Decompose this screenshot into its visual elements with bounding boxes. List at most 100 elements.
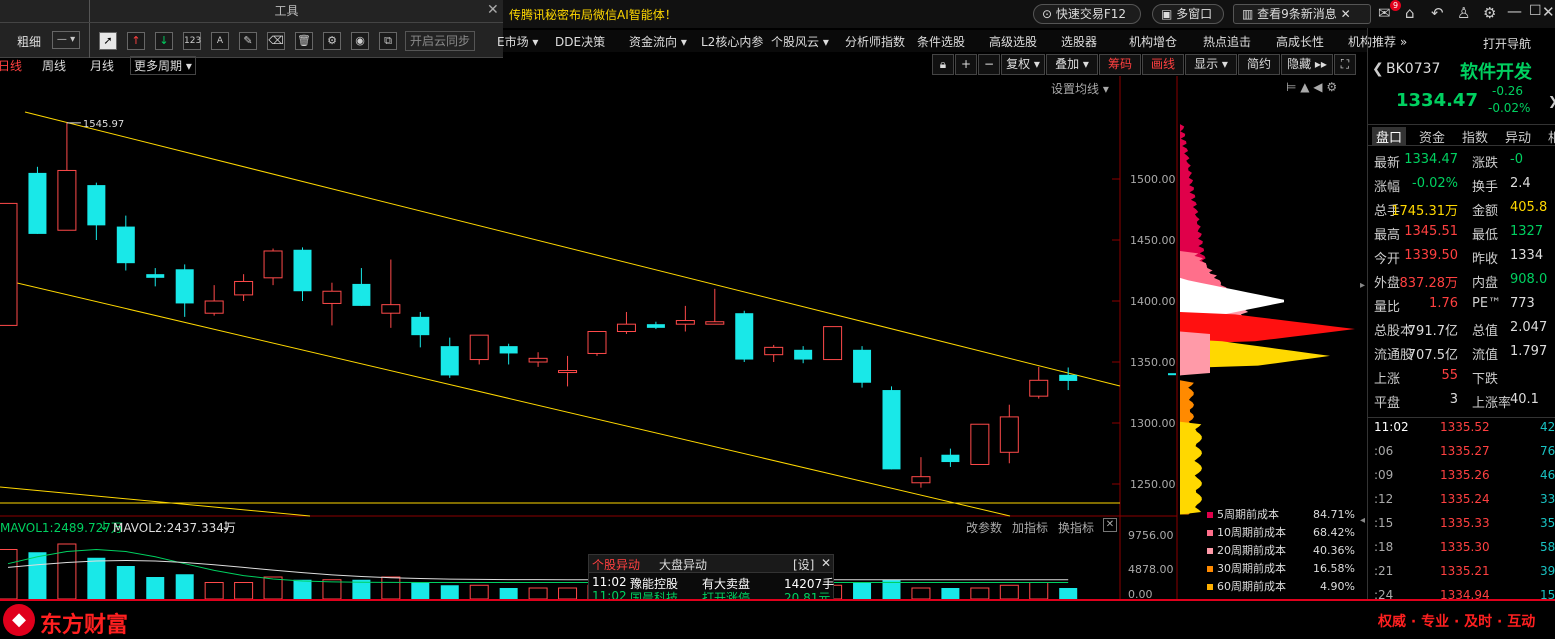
period-tab-2[interactable]: 月线 bbox=[90, 57, 114, 74]
y-tick-label: 1250.00 bbox=[1130, 478, 1176, 491]
quote-value: 1.797 bbox=[1510, 344, 1548, 359]
settings-icon[interactable]: ⚙ bbox=[1483, 4, 1496, 22]
period-tab-3[interactable]: 更多周期 ▾ bbox=[130, 56, 196, 75]
tick-time: 11:02 bbox=[1374, 420, 1409, 434]
close-icon[interactable]: ✕ bbox=[487, 2, 499, 18]
tick-volume: 46 bbox=[1540, 468, 1555, 482]
cost-legend-row: 20周期前成本 40.36% bbox=[1205, 542, 1363, 560]
tick-row: 11:02 1335.52 42 bbox=[1368, 420, 1555, 444]
nav-item-7[interactable]: 高级选股 bbox=[989, 33, 1037, 50]
lightning-icon: ⊙ bbox=[1042, 7, 1056, 21]
quote-tab-0[interactable]: 盘口 bbox=[1372, 127, 1407, 146]
alert-row[interactable]: 11:02 豫能控股 有大卖盘 14207手 bbox=[592, 575, 834, 591]
arrow-down-icon[interactable]: ↓ bbox=[155, 32, 173, 50]
splitter-handle[interactable]: ▸ bbox=[1360, 280, 1365, 291]
hide-button[interactable]: 隐藏 ▸▸ bbox=[1281, 54, 1333, 75]
number-icon[interactable]: 123 bbox=[183, 32, 201, 50]
upper-trend-line bbox=[24, 111, 1121, 387]
multi-window-button[interactable]: ▣ 多窗口 bbox=[1152, 4, 1224, 24]
open-navigation-link[interactable]: 打开导航 bbox=[1483, 35, 1531, 52]
draw-line-button[interactable]: 画线 bbox=[1142, 54, 1184, 75]
cost-legend-value: 16.58% bbox=[1313, 562, 1355, 575]
close-window-icon[interactable]: ✕ bbox=[1542, 3, 1555, 21]
add-indicator-button[interactable]: 加指标 bbox=[1012, 519, 1048, 536]
display-select[interactable]: 显示 ▾ bbox=[1185, 54, 1237, 75]
chevron-right-icon[interactable]: ❯ bbox=[1548, 94, 1555, 108]
quote-tab-2[interactable]: 指数 bbox=[1458, 127, 1492, 146]
period-tab-1[interactable]: 周线 bbox=[42, 57, 66, 74]
nav-item-9[interactable]: 机构增仓 bbox=[1129, 33, 1177, 50]
close-icon[interactable]: ✕ bbox=[821, 556, 831, 570]
y-tick-label: 1450.00 bbox=[1130, 234, 1176, 247]
brush-icon[interactable]: ⌫ bbox=[267, 32, 285, 50]
candle-body bbox=[853, 349, 872, 383]
tab-market-alerts[interactable]: 大盘异动 bbox=[659, 556, 707, 573]
nav-item-5[interactable]: 分析师指数 bbox=[845, 33, 905, 50]
tick-time: :21 bbox=[1374, 564, 1394, 578]
tab-stock-alerts[interactable]: 个股异动 bbox=[592, 556, 640, 573]
change-indicator-button[interactable]: 换指标 bbox=[1058, 519, 1094, 536]
volume-bar bbox=[941, 588, 960, 599]
arrow-down-icon: ↓ bbox=[221, 519, 232, 533]
nav-item-1[interactable]: DDE决策 bbox=[555, 33, 605, 50]
quote-tab-1[interactable]: 资金 bbox=[1415, 127, 1449, 146]
lock-icon[interactable]: 🔒︎ bbox=[932, 54, 954, 75]
news-ticker[interactable]: 传腾讯秘密布局微信AI智能体！ bbox=[509, 6, 677, 23]
quote-tab-3[interactable]: 异动 bbox=[1501, 127, 1535, 146]
maximize-icon[interactable]: ☐ bbox=[1529, 3, 1542, 19]
close-icon[interactable]: ✕ bbox=[1103, 518, 1117, 532]
zoom-in-button[interactable]: + bbox=[955, 54, 977, 75]
quote-row: 今开 1339.50 昨收 1334 bbox=[1374, 248, 1555, 270]
mail-icon[interactable]: ✉ bbox=[1378, 4, 1391, 22]
nav-item-10[interactable]: 热点追击 bbox=[1203, 33, 1251, 50]
simple-button[interactable]: 简约 bbox=[1238, 54, 1280, 75]
back-icon[interactable]: ↶ bbox=[1431, 4, 1444, 22]
gear-icon[interactable]: ⚙ bbox=[323, 32, 341, 50]
home-icon[interactable]: ⌂ bbox=[1405, 4, 1415, 22]
quick-trade-button[interactable]: ⊙ 快速交易F12 bbox=[1033, 4, 1141, 24]
splitter-handle[interactable]: ◂ bbox=[1360, 515, 1365, 526]
volume-bar bbox=[1029, 582, 1049, 599]
nav-item-11[interactable]: 高成长性 bbox=[1276, 33, 1324, 50]
fullscreen-icon[interactable]: ⛶ bbox=[1334, 54, 1356, 75]
text-icon[interactable]: A bbox=[211, 32, 229, 50]
skin-icon[interactable]: ♙ bbox=[1457, 4, 1470, 22]
support-line bbox=[0, 486, 311, 517]
eraser-icon[interactable]: ✎ bbox=[239, 32, 257, 50]
period-tab-0[interactable]: 日线 bbox=[0, 57, 22, 74]
quote-row: 最新 1334.47 涨跌 -0 bbox=[1374, 152, 1555, 174]
line-style-select[interactable]: — ▾ bbox=[52, 31, 80, 49]
close-icon[interactable]: ✕ bbox=[1341, 7, 1351, 21]
cloud-sync-button[interactable]: 开启云同步 bbox=[405, 31, 475, 51]
quote-tab-4[interactable]: 相 bbox=[1544, 127, 1555, 146]
chips-button[interactable]: 筹码 bbox=[1099, 54, 1141, 75]
overlay-select[interactable]: 叠加 ▾ bbox=[1046, 54, 1098, 75]
chip-tools-icon[interactable]: ⊨ ▲ ◀ ⚙ bbox=[1286, 80, 1337, 94]
nav-item-2[interactable]: 资金流向 ▾ bbox=[629, 33, 687, 50]
trash-icon[interactable]: 🗑︎ bbox=[295, 32, 313, 50]
pin-icon[interactable]: ⧉ bbox=[379, 32, 397, 50]
volume-bar bbox=[116, 566, 135, 599]
fq-select[interactable]: 复权 ▾ bbox=[1001, 54, 1045, 75]
eye-icon[interactable]: ◉ bbox=[351, 32, 369, 50]
quote-value: 773 bbox=[1510, 296, 1535, 311]
quote-label: 昨收 bbox=[1472, 252, 1499, 267]
nav-item-6[interactable]: 条件选股 bbox=[917, 33, 965, 50]
volume-bar bbox=[499, 588, 518, 599]
chevron-left-icon[interactable]: ❮ bbox=[1372, 61, 1384, 77]
ma-setting-select[interactable]: 设置均线 ▾ bbox=[1051, 80, 1109, 97]
quote-value: 908.0 bbox=[1510, 272, 1548, 287]
arrow-up-icon[interactable]: ↑ bbox=[127, 32, 145, 50]
quote-label: 流值 bbox=[1472, 348, 1499, 363]
stock-code: BK0737 bbox=[1386, 61, 1441, 77]
nav-item-0[interactable]: E市场 ▾ bbox=[497, 33, 538, 50]
nav-item-8[interactable]: 选股器 bbox=[1061, 33, 1097, 50]
alert-settings-button[interactable]: [设] bbox=[793, 556, 814, 573]
nav-item-4[interactable]: 个股风云 ▾ bbox=[771, 33, 829, 50]
minimize-icon[interactable]: — bbox=[1507, 2, 1522, 20]
zoom-out-button[interactable]: − bbox=[978, 54, 1000, 75]
edit-params-button[interactable]: 改参数 bbox=[966, 519, 1002, 536]
cursor-icon[interactable]: ➚ bbox=[99, 32, 117, 50]
news-button[interactable]: ▥ 查看9条新消息 ✕ bbox=[1233, 4, 1371, 24]
nav-item-3[interactable]: L2核心内参 bbox=[701, 33, 763, 50]
